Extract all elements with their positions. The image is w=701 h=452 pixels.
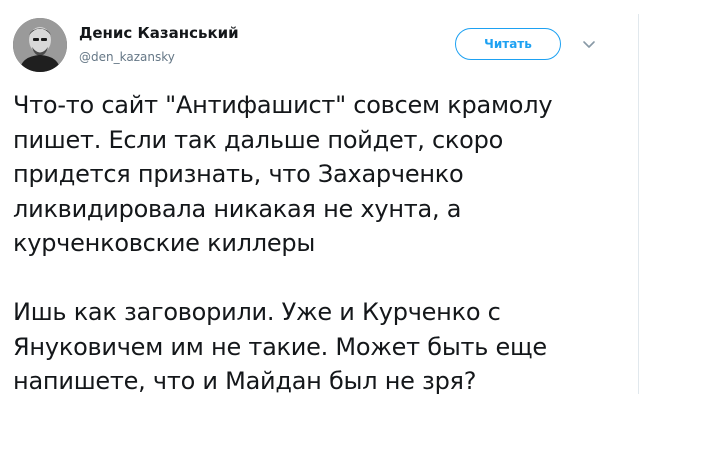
tweet-text-line: напишете, что и Майдан был не зря? xyxy=(13,367,477,395)
follow-button[interactable]: Читать xyxy=(455,28,561,60)
author-avatar[interactable] xyxy=(13,18,67,72)
tweet-text: Что-то сайт "Антифашист" совсем крамолу … xyxy=(13,88,631,399)
tweet-text-line: курченковские киллеры xyxy=(13,229,316,257)
more-options-caret[interactable] xyxy=(580,37,598,51)
tweet-text-line: Януковичем им не такие. Может быть еще xyxy=(13,332,547,361)
tweet-card: Денис Казанський @den_kazansky Читать Чт… xyxy=(0,0,638,452)
tweet-text-line: пишет. Если так дальше пойдет, скоро xyxy=(13,125,503,154)
tweet-text-line: Ишь как заговорили. Уже и Курченко с xyxy=(13,298,501,326)
avatar-photo-icon xyxy=(13,18,67,72)
tweet-text-line: ликвидировала никакая не хунта, а xyxy=(13,194,462,223)
paragraph-break xyxy=(13,261,631,296)
column-divider xyxy=(638,14,639,394)
tweet-text-line: придется признать, что Захарченко xyxy=(13,160,464,188)
author-display-name[interactable]: Денис Казанський xyxy=(79,24,239,42)
author-handle[interactable]: @den_kazansky xyxy=(79,49,175,65)
tweet-text-line: Что-то сайт "Антифашист" совсем крамолу xyxy=(13,91,553,119)
chevron-down-icon xyxy=(583,41,595,48)
